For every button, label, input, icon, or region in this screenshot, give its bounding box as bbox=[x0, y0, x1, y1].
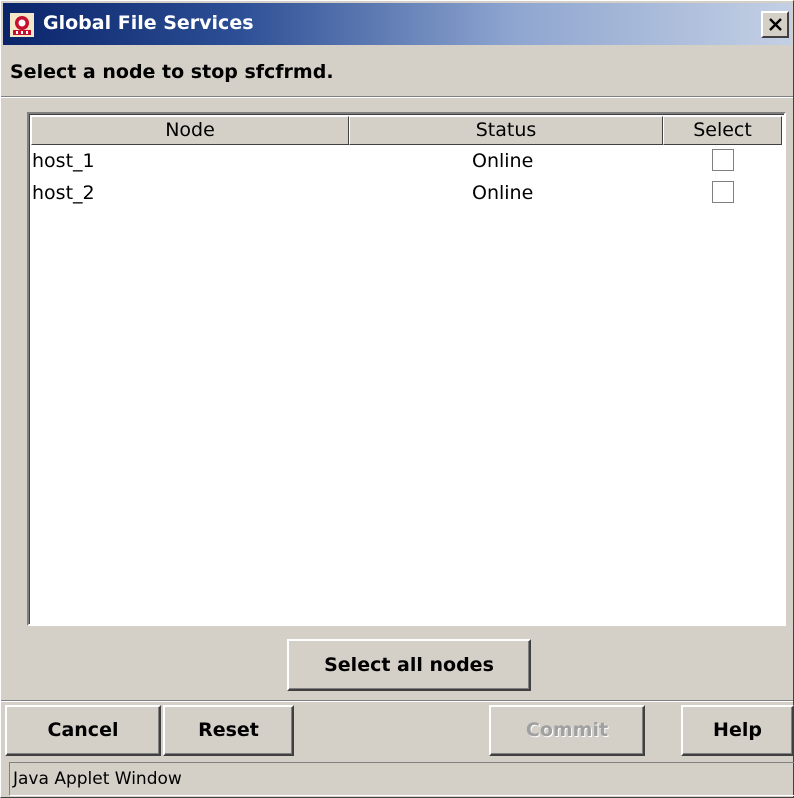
select-all-nodes-button[interactable]: Select all nodes bbox=[287, 639, 531, 691]
column-header-node[interactable]: Node bbox=[31, 116, 349, 145]
reset-button[interactable]: Reset bbox=[163, 705, 294, 756]
node-table: Node Status Select host_1 Online host_2 … bbox=[27, 112, 786, 626]
dialog-window: Global File Services Select a node to st… bbox=[0, 0, 794, 798]
commit-button[interactable]: Commit bbox=[489, 705, 645, 756]
status-cell: Online bbox=[472, 182, 534, 204]
help-button[interactable]: Help bbox=[681, 705, 794, 756]
gfs-app-icon bbox=[10, 13, 34, 37]
select-checkbox-host-2[interactable] bbox=[712, 181, 734, 203]
node-name-cell: host_2 bbox=[32, 182, 95, 204]
column-header-select[interactable]: Select bbox=[663, 116, 782, 145]
window-title: Global File Services bbox=[43, 12, 254, 34]
status-bar: Java Applet Window bbox=[9, 762, 794, 796]
column-header-status[interactable]: Status bbox=[349, 116, 663, 145]
select-checkbox-host-1[interactable] bbox=[712, 149, 734, 171]
cancel-button[interactable]: Cancel bbox=[5, 705, 161, 756]
close-button[interactable] bbox=[761, 11, 789, 38]
instruction-text: Select a node to stop sfcfrmd. bbox=[10, 61, 334, 83]
node-name-cell: host_1 bbox=[32, 150, 95, 172]
title-bar[interactable]: Global File Services bbox=[3, 3, 791, 45]
bottom-divider bbox=[1, 700, 793, 702]
status-cell: Online bbox=[472, 150, 534, 172]
top-divider bbox=[1, 96, 793, 98]
close-icon bbox=[769, 18, 782, 31]
